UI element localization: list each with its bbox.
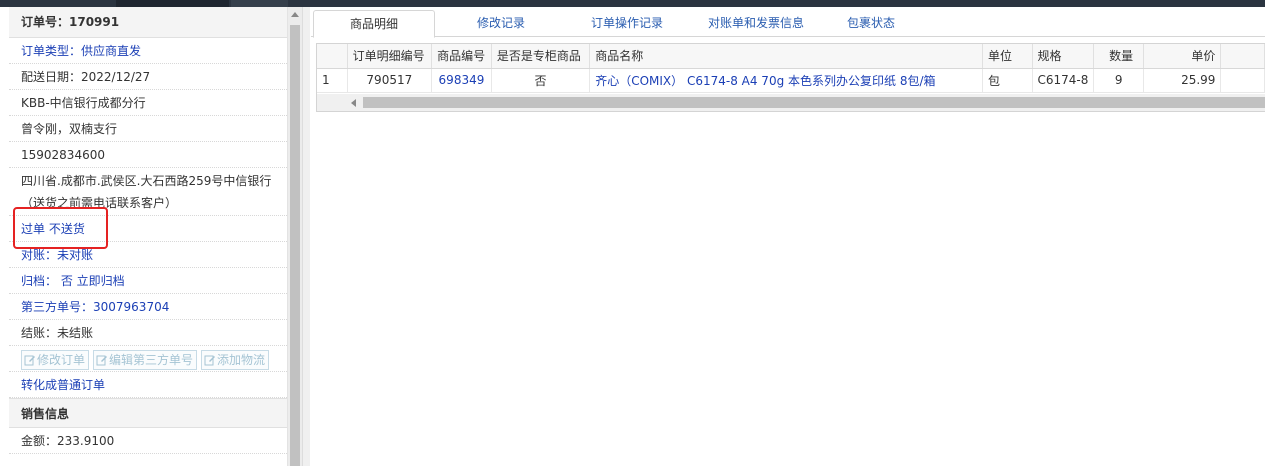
- sales-info-title: 销售信息: [9, 398, 287, 428]
- unit-cell: 包: [982, 68, 1033, 93]
- top-bar: [0, 0, 1265, 7]
- empty-cell: [1220, 68, 1265, 93]
- detail-id-cell: 790517: [347, 68, 433, 93]
- column-header[interactable]: 规格: [1032, 44, 1095, 69]
- product-id-link[interactable]: 698349: [431, 68, 492, 93]
- delivery-date: 配送日期：2022/12/27: [9, 64, 287, 90]
- order-action-buttons: 修改订单 编辑第三方单号 添加物流: [9, 346, 287, 372]
- edit-icon: [24, 355, 35, 366]
- product-name-link[interactable]: 齐心（COMIX） C6174-8 A4 70g 本色系列办公复印纸 8包/箱: [589, 68, 984, 93]
- edit-icon: [204, 355, 216, 366]
- scroll-up-arrow-icon[interactable]: [291, 12, 299, 17]
- column-header[interactable]: 是否是专柜商品: [491, 44, 591, 69]
- edit-third-party-number-label: 编辑第三方单号: [109, 353, 194, 367]
- table-horizontal-scrollbar[interactable]: [317, 94, 1265, 111]
- scrollbar-thumb[interactable]: [363, 97, 1265, 108]
- column-header[interactable]: 商品名称: [589, 44, 984, 69]
- column-header[interactable]: 商品编号: [431, 44, 492, 69]
- third-party-order-number: 第三方单号：3007963704: [9, 294, 287, 320]
- top-bar-segment: [231, 0, 288, 7]
- tab-operation-log[interactable]: 订单操作记录: [567, 10, 687, 38]
- customer-company: KBB-中信银行成都分行: [9, 90, 287, 116]
- top-bar-segment: [116, 0, 229, 7]
- tab-product-details[interactable]: 商品明细: [313, 10, 435, 38]
- column-header[interactable]: 数量: [1093, 44, 1144, 69]
- add-logistics-label: 添加物流: [217, 353, 266, 367]
- detail-tabs: 商品明细 修改记录 订单操作记录 对账单和发票信息 包裹状态: [311, 7, 1265, 38]
- order-info-panel: 订单号：170991 订单类型：供应商直发 配送日期：2022/12/27 KB…: [9, 7, 288, 466]
- edit-icon: [96, 355, 108, 366]
- tab-package-status[interactable]: 包裹状态: [821, 10, 921, 38]
- table-header-row: 订单明细编号 商品编号 是否是专柜商品 商品名称 单位 规格 数量 单价: [317, 44, 1265, 69]
- column-header[interactable]: 单价: [1143, 44, 1222, 69]
- table-row[interactable]: 1 790517 698349 否 齐心（COMIX） C6174-8 A4 7…: [317, 68, 1265, 93]
- column-header[interactable]: 单位: [982, 44, 1033, 69]
- tab-statement-invoice[interactable]: 对账单和发票信息: [691, 10, 821, 38]
- column-header[interactable]: 订单明细编号: [347, 44, 433, 69]
- row-number: 1: [317, 68, 348, 93]
- sales-amount: 金额：233.9100: [9, 428, 287, 454]
- quantity-cell: 9: [1093, 68, 1144, 93]
- counter-product-cell: 否: [491, 68, 591, 93]
- settlement-status: 结账：未结账: [9, 320, 287, 346]
- column-header: [317, 44, 348, 69]
- tab-change-log[interactable]: 修改记录: [441, 10, 561, 38]
- scroll-left-arrow-icon[interactable]: [351, 99, 356, 107]
- order-number-header: 订单号：170991: [9, 7, 287, 38]
- scrollbar-thumb[interactable]: [290, 25, 300, 466]
- edit-order-button[interactable]: 修改订单: [21, 350, 90, 370]
- archive-status[interactable]: 归档： 否 立即归档: [9, 268, 287, 294]
- add-logistics-button[interactable]: 添加物流: [201, 350, 270, 370]
- column-header: [1220, 44, 1265, 69]
- panel-splitter[interactable]: [302, 7, 310, 466]
- convert-to-normal-order-link[interactable]: 转化成普通订单: [9, 372, 287, 398]
- highlight-box: [13, 207, 108, 249]
- product-grid: 订单明细编号 商品编号 是否是专柜商品 商品名称 单位 规格 数量 单价 1 7…: [316, 43, 1265, 112]
- spec-cell: C6174-8: [1032, 68, 1095, 93]
- edit-order-label: 修改订单: [37, 353, 86, 367]
- left-panel-scrollbar[interactable]: [288, 7, 302, 466]
- product-table: 订单明细编号 商品编号 是否是专柜商品 商品名称 单位 规格 数量 单价 1 7…: [317, 44, 1265, 93]
- edit-third-party-number-button[interactable]: 编辑第三方单号: [93, 350, 198, 370]
- unit-price-cell: 25.99: [1143, 68, 1222, 93]
- customer-contact: 曾令刚，双楠支行: [9, 116, 287, 142]
- customer-phone: 15902834600: [9, 142, 287, 168]
- order-type: 订单类型：供应商直发: [9, 38, 287, 64]
